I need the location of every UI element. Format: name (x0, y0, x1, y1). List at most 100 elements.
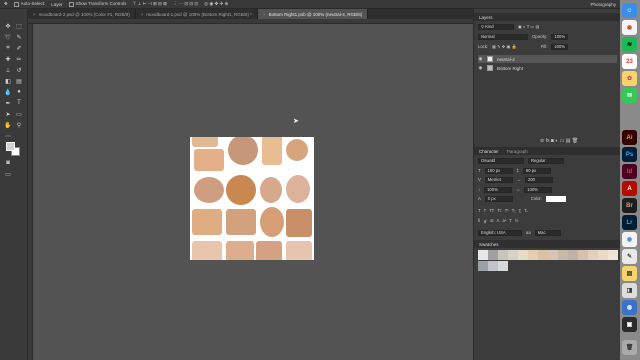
swatch-cell[interactable] (598, 250, 608, 260)
swatch-cell[interactable] (538, 250, 548, 260)
quick-select-icon[interactable]: ✎ (14, 33, 24, 41)
close-icon[interactable]: × (141, 12, 144, 17)
tab-moodboard-1[interactable]: × moodboard-1.psd @ 100% (Bottom Right1, … (136, 9, 259, 19)
visibility-eye-icon[interactable]: ◉ (478, 56, 483, 62)
swatch-cell[interactable] (488, 261, 498, 271)
move-tool-icon[interactable]: ✥ (4, 1, 8, 7)
dodge-tool-icon[interactable]: ● (14, 88, 24, 96)
align-icons[interactable]: ⊤ ⊥ ⊢ ⊣ ⊞ ⊟ ⊠ (132, 1, 167, 7)
tracking-field[interactable]: 200 (524, 176, 553, 183)
swatch-cell[interactable] (558, 250, 568, 260)
pen-tool-icon[interactable]: ✒ (3, 99, 13, 107)
font-family-dropdown[interactable]: Oswald (478, 157, 524, 164)
crop-tool-icon[interactable]: ⌗ (3, 44, 13, 52)
ordinal-icon[interactable]: aᵃ (502, 218, 506, 223)
eyedropper-icon[interactable]: ✐ (14, 44, 24, 52)
font-size-field[interactable]: 100 px (484, 167, 513, 174)
layers-footer-icons[interactable]: ⊘ fx ◙ ◐ ▭ ▤ 🗑 (540, 137, 578, 144)
chrome-icon[interactable]: ◉ (622, 232, 637, 247)
healing-brush-icon[interactable]: ✚ (3, 55, 13, 63)
baseline-field[interactable]: 0 px (484, 195, 513, 202)
swatch-cell[interactable] (518, 250, 528, 260)
character-panel-header[interactable]: Character Paragraph (474, 147, 621, 155)
font-style-dropdown[interactable]: Regular (528, 157, 564, 164)
auto-select-dropdown[interactable]: Layer (51, 2, 62, 7)
3d-mode-icons[interactable]: ◎ ◉ ✤ ✣ ⊕ (204, 1, 228, 7)
swatch-cell[interactable] (588, 250, 598, 260)
strikethrough-icon[interactable]: T̶ (524, 208, 527, 213)
underline-icon[interactable]: T̲ (519, 208, 522, 213)
ligature-icon[interactable]: fi (478, 218, 480, 223)
network-icon[interactable]: ◍ (622, 300, 637, 315)
all-caps-icon[interactable]: TT (489, 208, 494, 213)
layer-row[interactable]: ◉ neutral-4 (478, 55, 617, 63)
brush-tool-icon[interactable]: ✏ (14, 55, 24, 63)
text-color-swatch[interactable] (545, 195, 566, 202)
finder-icon[interactable]: ☺ (622, 3, 637, 18)
hand-tool-icon[interactable]: ✋ (3, 121, 13, 129)
messages-icon[interactable]: ✉ (622, 88, 637, 103)
foreground-color-swatch[interactable] (6, 142, 15, 151)
chrome-icon[interactable]: ◉ (622, 20, 637, 35)
layers-panel-header[interactable]: Layers (474, 13, 621, 21)
swatch-cell[interactable] (608, 250, 618, 260)
bridge-icon[interactable]: Br (622, 198, 637, 213)
swatch-cell[interactable] (568, 250, 578, 260)
swatch-cell[interactable] (478, 250, 488, 260)
superscript-icon[interactable]: T¹ (505, 208, 509, 213)
swatch-cell[interactable] (498, 261, 508, 271)
faux-italic-icon[interactable]: T (484, 208, 487, 213)
stylistic-icon[interactable]: st (490, 218, 493, 223)
spotify-icon[interactable]: ≋ (622, 37, 637, 52)
layer-row[interactable]: ◉ Bottom Right (478, 64, 617, 72)
swatch-cell[interactable] (478, 261, 488, 271)
opentype-buttons[interactable]: fi ℊ st A aᵃ T ½ (478, 217, 518, 224)
acrobat-icon[interactable]: A (622, 181, 637, 196)
clone-stamp-icon[interactable]: ⊥ (3, 66, 13, 74)
swatch-cell[interactable] (508, 250, 518, 260)
show-transform-checkbox[interactable]: Show Transform Controls (68, 1, 126, 7)
small-caps-icon[interactable]: Tт (497, 208, 501, 213)
swatch-cell[interactable] (578, 250, 588, 260)
auto-select-checkbox[interactable]: Auto-Select: (13, 1, 45, 7)
close-icon[interactable]: × (263, 12, 266, 17)
leading-field[interactable]: 60 px (522, 167, 551, 174)
visibility-eye-icon[interactable]: ◉ (478, 65, 483, 71)
more-tools-icon[interactable]: ⋯ (3, 132, 13, 140)
tab-paragraph[interactable]: Paragraph (507, 149, 528, 154)
photos-icon[interactable]: ✿ (622, 71, 637, 86)
eraser-icon[interactable]: ◧ (3, 77, 13, 85)
workspace-switcher[interactable]: Photography (560, 0, 620, 9)
quick-mask-icon[interactable]: ◙ (3, 159, 13, 167)
blend-mode-dropdown[interactable]: Normal (478, 33, 528, 40)
type-tool-icon[interactable]: T (14, 99, 24, 107)
alt-icon[interactable]: A (497, 218, 500, 223)
document-canvas[interactable] (190, 137, 314, 260)
close-icon[interactable]: × (33, 12, 36, 17)
antialias-dropdown[interactable]: Mac (534, 229, 561, 236)
shape-tool-icon[interactable]: ▭ (14, 110, 24, 118)
swatch-cell[interactable] (488, 250, 498, 260)
photoshop-icon[interactable]: Ps (622, 147, 637, 162)
tab-moodboard-2[interactable]: × moodboard-2.psd @ 100% (Color #1, RGB/8… (28, 9, 136, 19)
swatch-cell[interactable] (498, 250, 508, 260)
kerning-field[interactable]: Metrics (484, 176, 513, 183)
filter-icons[interactable]: ▣ ◐ T ▭ ▤ (518, 24, 539, 29)
lock-icons[interactable]: ▦ ✎ ✥ ▣ 🔒 (492, 44, 517, 50)
screen-mode-icon[interactable]: ▭ (3, 170, 13, 178)
history-brush-icon[interactable]: ↺ (14, 66, 24, 74)
gradient-icon[interactable]: ▤ (14, 77, 24, 85)
move-tool-icon[interactable]: ✥ (3, 22, 13, 30)
titling-icon[interactable]: T (509, 218, 512, 223)
marquee-tool-icon[interactable]: ⬚ (14, 22, 24, 30)
lightroom-icon[interactable]: Lr (622, 215, 637, 230)
calendar-icon[interactable]: 23 (622, 54, 637, 69)
swash-icon[interactable]: ℊ (483, 218, 487, 224)
tab-bottom-right1[interactable]: × Bottom Right1.psb @ 100% (neutral-4, RG… (258, 9, 369, 19)
swatch-cell[interactable] (528, 250, 538, 260)
opacity-field[interactable]: 100% (551, 33, 569, 40)
lasso-tool-icon[interactable]: ➰ (3, 33, 13, 41)
preview-icon[interactable]: ◨ (622, 283, 637, 298)
blur-tool-icon[interactable]: 💧 (3, 88, 13, 96)
kind-filter-dropdown[interactable]: ⚲ Kind (478, 23, 514, 30)
